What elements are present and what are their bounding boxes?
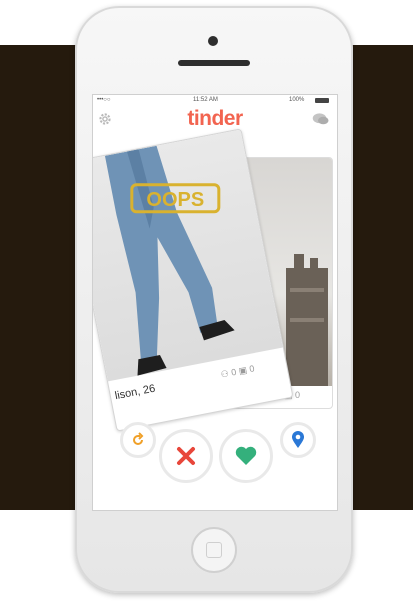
undo-icon (133, 432, 144, 445)
front-card-stats: ⚇ 0 ▣ 0 (220, 363, 256, 380)
chat-bubbles-icon[interactable] (312, 112, 330, 126)
profile-name-age: lison, 26 (113, 382, 157, 403)
info-button[interactable] (280, 422, 316, 458)
location-pin-icon (292, 431, 304, 448)
home-button[interactable] (191, 527, 237, 573)
shared-interests-count: 0 (230, 366, 238, 378)
status-time: 11:52 AM (193, 97, 218, 103)
undo-button[interactable] (120, 422, 156, 458)
nope-button[interactable] (159, 429, 213, 483)
photos-icon: ▣ (237, 364, 248, 377)
front-camera (208, 36, 218, 46)
tinder-logo: tinder (187, 107, 243, 130)
x-icon (177, 447, 195, 465)
shared-interests-icon: ⚇ (219, 368, 230, 380)
status-bar: •••○○ 11:52 AM 100% (93, 95, 337, 107)
phone-frame: •••○○ 11:52 AM 100% tinder 0 OOPS lison,… (75, 6, 353, 593)
battery-icon (315, 98, 329, 103)
back-card-count: 0 (295, 390, 301, 400)
battery-percent: 100% (289, 97, 305, 103)
carrier-signal: •••○○ (97, 97, 111, 103)
earpiece-speaker (178, 60, 250, 66)
photos-count: 0 (248, 363, 256, 375)
home-square-icon (206, 542, 222, 558)
heart-icon (235, 446, 257, 465)
oops-stamp: OOPS (130, 183, 221, 214)
app-screen: •••○○ 11:52 AM 100% tinder 0 OOPS lison,… (92, 94, 338, 511)
like-button[interactable] (219, 429, 273, 483)
gear-icon[interactable] (98, 112, 112, 126)
